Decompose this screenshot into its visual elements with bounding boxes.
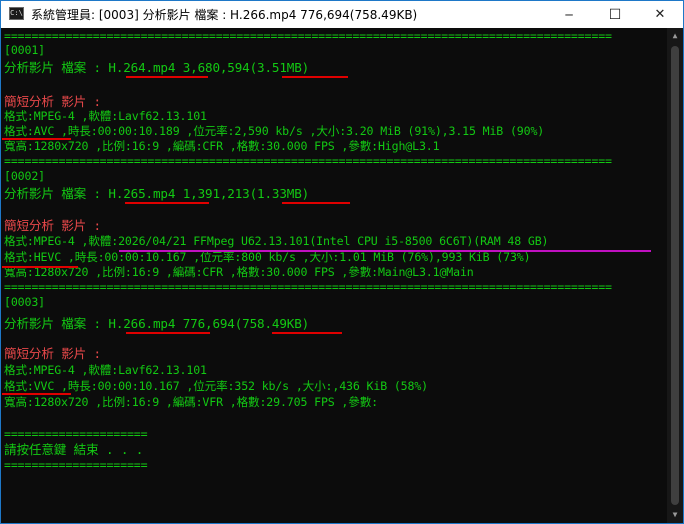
entry-index: [0003] — [4, 295, 45, 309]
scroll-up-arrow-icon[interactable]: ▲ — [667, 28, 683, 44]
highlight-underline — [125, 202, 209, 204]
scroll-down-arrow-icon[interactable]: ▼ — [667, 507, 683, 523]
file-header-line: 分析影片 檔案 : H.266.mp4 776,694(758.49KB) — [4, 316, 310, 331]
close-icon: ✕ — [654, 7, 666, 22]
vertical-scrollbar[interactable]: ▲ ▼ — [667, 28, 683, 523]
highlight-underline — [272, 332, 342, 334]
minimize-icon: ─ — [565, 7, 573, 22]
separator-line: ========================================… — [4, 280, 612, 294]
scrollbar-thumb[interactable] — [671, 46, 679, 505]
separator-line: ========================================… — [4, 29, 612, 43]
entry-index: [0002] — [4, 169, 45, 183]
console-app-icon[interactable]: C:\ — [9, 7, 24, 20]
video-resolution-line: 寬高:1280x720 ,比例:16:9 ,編碼:VFR ,格數:29.705 … — [4, 395, 378, 409]
highlight-underline — [282, 76, 348, 78]
maximize-button[interactable]: ☐ — [592, 1, 638, 28]
container-line: 格式:MPEG-4 ,軟體:Lavf62.13.101 — [4, 363, 207, 377]
separator-line: ========================================… — [4, 154, 612, 168]
container-line: 格式:MPEG-4 ,軟體:2026/04/21 FFMpeg U62.13.1… — [4, 234, 549, 248]
summary-heading: 簡短分析 影片 : — [4, 346, 101, 361]
container-line: 格式:MPEG-4 ,軟體:Lavf62.13.101 — [4, 109, 207, 123]
highlight-underline — [126, 76, 208, 78]
file-header-line: 分析影片 檔案 : H.264.mp4 3,680,594(3.51MB) — [4, 60, 310, 75]
entry-index: [0001] — [4, 43, 45, 57]
close-button[interactable]: ✕ — [637, 1, 683, 28]
highlight-underline — [2, 138, 71, 140]
video-resolution-line: 寬高:1280x720 ,比例:16:9 ,編碼:CFR ,格數:30.000 … — [4, 139, 440, 153]
separator-line: ===================== — [4, 458, 148, 472]
separator-line: ===================== — [4, 427, 148, 441]
summary-heading: 簡短分析 影片 : — [4, 218, 101, 233]
highlight-underline — [119, 250, 651, 252]
console-output[interactable]: ===================== ===================… — [1, 28, 667, 523]
highlight-underline — [2, 393, 71, 395]
video-format-line: 格式:VVC ,時長:00:00:10.167 ,位元率:352 kb/s ,大… — [4, 379, 429, 393]
highlight-underline — [282, 202, 350, 204]
window-title: 系統管理員: [0003] 分析影片 檔案 : H.266.mp4 776,69… — [31, 8, 418, 22]
highlight-underline — [2, 266, 78, 268]
highlight-underline — [126, 332, 210, 334]
title-bar[interactable]: C:\ 系統管理員: [0003] 分析影片 檔案 : H.266.mp4 77… — [1, 1, 683, 28]
minimize-button[interactable]: ─ — [546, 1, 592, 28]
video-format-line: 格式:AVC ,時長:00:00:10.189 ,位元率:2,590 kb/s … — [4, 124, 545, 138]
press-any-key-prompt: 請按任意鍵 結束 . . . — [4, 442, 144, 457]
file-header-line: 分析影片 檔案 : H.265.mp4 1,391,213(1.33MB) — [4, 186, 310, 201]
summary-heading: 簡短分析 影片 : — [4, 94, 101, 109]
console-window: C:\ 系統管理員: [0003] 分析影片 檔案 : H.266.mp4 77… — [0, 0, 684, 524]
maximize-icon: ☐ — [608, 6, 622, 23]
video-format-line: 格式:HEVC ,時長:00:00:10.167 ,位元率:800 kb/s ,… — [4, 250, 531, 264]
